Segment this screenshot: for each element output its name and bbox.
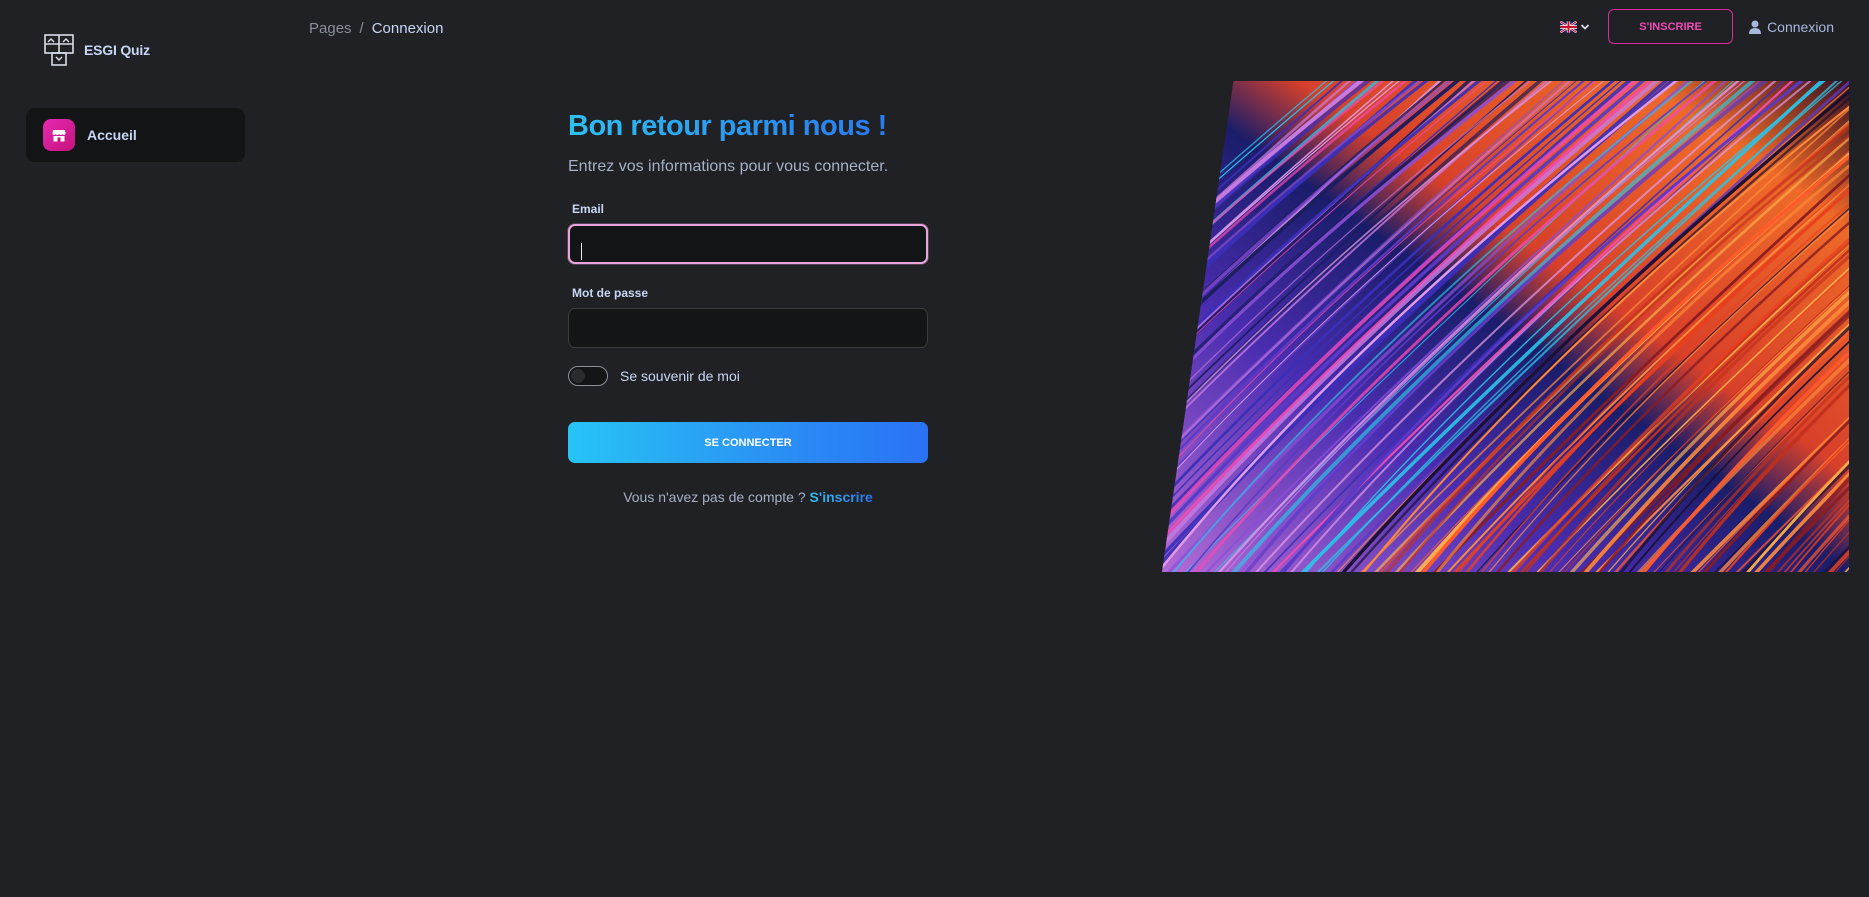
sidebar-item-accueil[interactable]: Accueil [26,108,245,162]
sidebar-item-label: Accueil [87,127,137,143]
chevron-down-icon [1580,23,1590,30]
login-submit-button[interactable]: SE CONNECTER [568,422,928,463]
email-field-wrapper [568,224,928,264]
email-label: Email [572,202,605,216]
quiz-logo-icon [44,34,74,66]
uk-flag-icon [1560,20,1578,33]
hero-artwork-image [1162,81,1849,572]
brand-name: ESGI Quiz [84,42,150,58]
shop-icon [43,119,75,151]
breadcrumb: Pages / Connexion [309,20,443,37]
topbar-actions: S'INSCRIRE Connexion [1560,9,1834,44]
toggle-knob [571,369,585,383]
breadcrumb-current: Connexion [371,20,444,37]
page-subtitle: Entrez vos informations pour vous connec… [568,158,889,175]
remember-me-label[interactable]: Se souvenir de moi [620,368,740,384]
password-field[interactable] [568,308,928,348]
language-selector[interactable] [1560,20,1590,33]
text-caret [581,243,582,260]
login-link[interactable]: Connexion [1749,19,1834,35]
remember-me-row: Se souvenir de moi [568,366,928,386]
password-label: Mot de passe [572,286,649,300]
login-link-label: Connexion [1767,18,1834,35]
breadcrumb-separator: / [359,20,364,37]
signup-prompt: Vous n'avez pas de compte ? S'inscrire [568,489,928,505]
email-field[interactable] [568,224,928,264]
signup-button[interactable]: S'INSCRIRE [1608,9,1734,44]
breadcrumb-parent[interactable]: Pages [309,20,352,37]
remember-me-toggle[interactable] [568,366,608,386]
login-form: Bon retour parmi nous ! Entrez vos infor… [568,106,928,505]
signup-link[interactable]: S'inscrire [810,489,873,505]
brand[interactable]: ESGI Quiz [44,34,150,66]
signup-prompt-text: Vous n'avez pas de compte ? [623,489,806,505]
page-title: Bon retour parmi nous ! [568,106,928,146]
user-icon [1749,20,1762,34]
